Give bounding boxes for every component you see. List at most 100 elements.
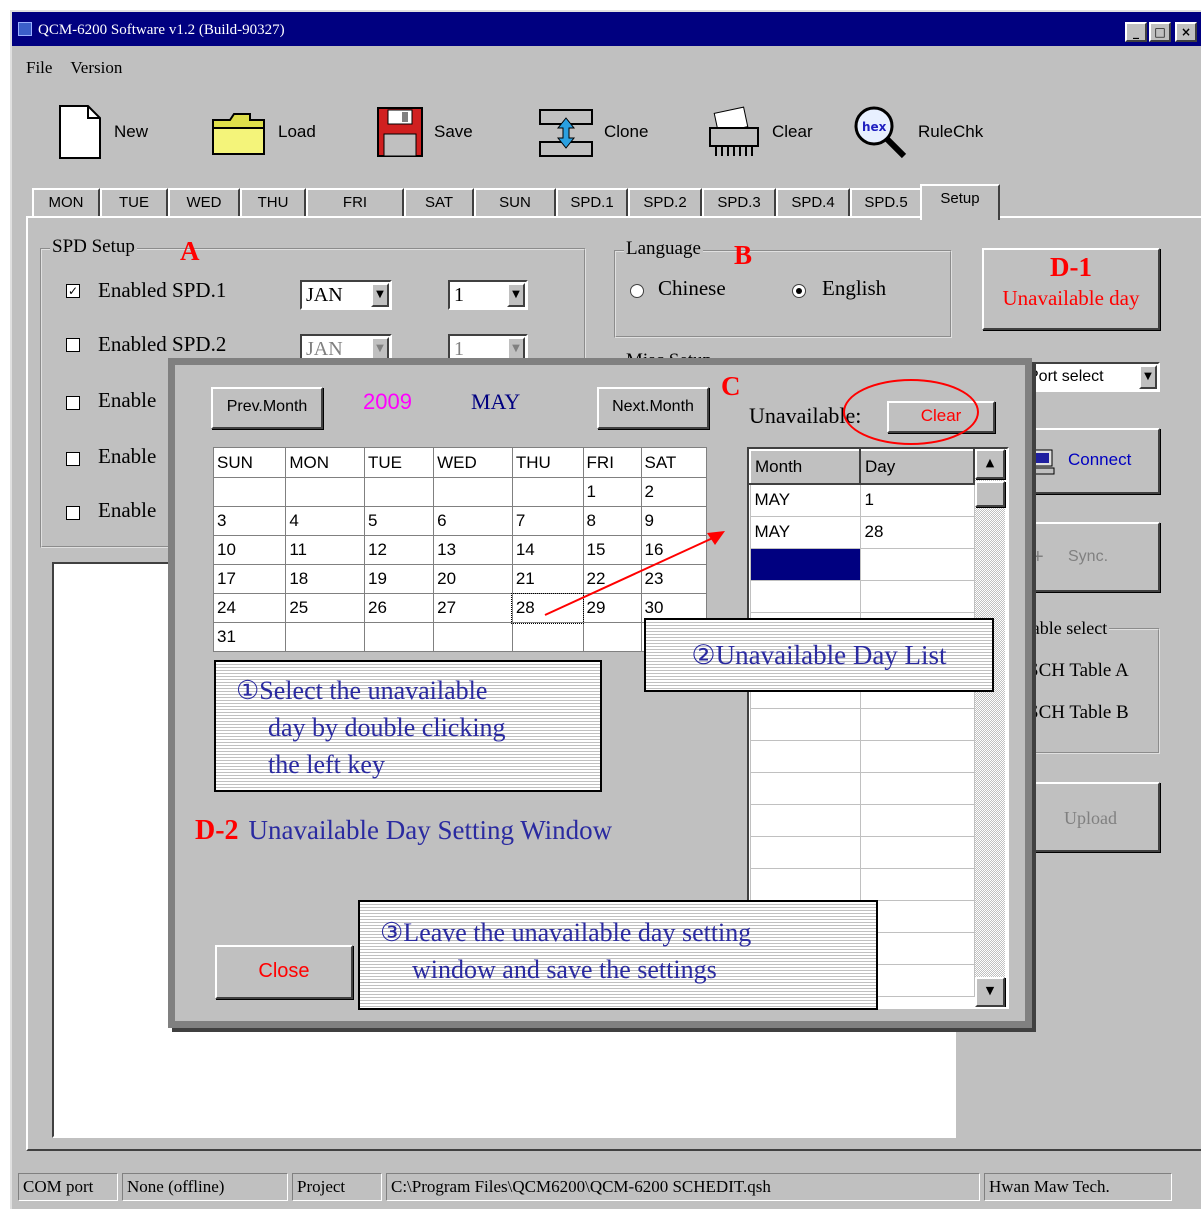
calendar-day-cell[interactable]: 18 [285,564,366,594]
calendar-day-cell[interactable]: 12 [364,535,435,565]
list-empty-row[interactable] [749,771,975,805]
spd2-checkbox[interactable] [66,338,80,352]
spd4-checkbox[interactable] [66,452,80,466]
spd1-day-select[interactable]: 1 ▼ [448,280,528,310]
list-item[interactable]: MAY 1 [749,483,975,517]
calendar-day-cell[interactable] [285,622,366,652]
list-empty-row[interactable] [749,803,975,837]
toolbar-load[interactable]: Load [210,102,316,162]
list-scrollbar[interactable]: ▲ ▼ [975,449,1005,1007]
calendar-day-cell[interactable]: 25 [285,593,366,623]
list-empty-cell[interactable] [859,835,975,869]
tab-sun[interactable]: SUN [474,188,556,218]
tab-thu[interactable]: THU [240,188,306,218]
calendar-day-cell[interactable]: 3 [212,506,287,536]
calendar-day-cell[interactable]: 2 [640,477,708,507]
next-month-button[interactable]: Next.Month [597,387,709,429]
list-empty-cell[interactable] [859,803,975,837]
calendar-day-cell[interactable] [285,477,366,507]
list-empty-row[interactable] [749,867,975,901]
list-item[interactable]: MAY 28 [749,515,975,549]
calendar-day-cell[interactable]: 6 [433,506,513,536]
list-empty-cell[interactable] [749,835,861,869]
tab-wed[interactable]: WED [168,188,240,218]
calendar-day-cell[interactable]: 31 [212,622,287,652]
list-item-day[interactable]: 1 [859,483,975,517]
sch-table-a-option[interactable]: SCH Table A [1028,660,1129,682]
calendar-day-cell[interactable]: 4 [285,506,366,536]
calendar-day-cell[interactable]: 27 [433,593,513,623]
toolbar-save[interactable]: Save [376,102,473,162]
calendar-day-cell[interactable]: 1 [582,477,642,507]
list-header-month[interactable]: Month [749,449,861,485]
list-empty-row[interactable] [749,739,975,773]
menu-file[interactable]: File [26,58,52,77]
list-empty-cell[interactable] [859,771,975,805]
close-window-button[interactable]: × [1175,22,1197,42]
list-item-month[interactable]: MAY [749,483,861,517]
port-select[interactable]: Port select ▼ [1022,362,1160,392]
list-empty-cell[interactable] [749,803,861,837]
toolbar-clone[interactable]: Clone [538,102,648,162]
list-empty-cell[interactable] [749,579,861,613]
tab-spd1[interactable]: SPD.1 [556,188,628,218]
spd1-checkbox[interactable]: ✓ [66,284,80,298]
scroll-down-icon[interactable]: ▼ [975,977,1005,1007]
maximize-button[interactable]: □ [1149,22,1171,42]
calendar-day-cell[interactable]: 11 [285,535,366,565]
calendar-day-cell[interactable] [364,477,435,507]
calendar-day-cell[interactable]: 26 [364,593,435,623]
tab-sat[interactable]: SAT [404,188,474,218]
list-empty-cell[interactable] [749,771,861,805]
calendar-day-cell[interactable] [364,622,435,652]
menu-version[interactable]: Version [70,58,122,77]
spd1-month-select[interactable]: JAN ▼ [300,280,392,310]
calendar-day-cell[interactable] [433,622,513,652]
list-empty-cell[interactable] [859,867,975,901]
calendar-day-cell[interactable]: 13 [433,535,513,565]
toolbar-clear[interactable]: Clear [706,102,813,162]
list-empty-cell[interactable] [749,739,861,773]
spd3-checkbox[interactable] [66,396,80,410]
list-empty-cell[interactable] [859,579,975,613]
tab-fri[interactable]: FRI [306,188,404,218]
list-empty-cell[interactable] [749,867,861,901]
calendar-day-cell[interactable]: 5 [364,506,435,536]
tab-spd4[interactable]: SPD.4 [776,188,850,218]
minimize-button[interactable]: _ [1125,22,1147,42]
list-empty-cell[interactable] [859,739,975,773]
tab-mon[interactable]: MON [32,188,100,218]
calendar-day-cell[interactable]: 24 [212,593,287,623]
list-empty-cell[interactable] [859,707,975,741]
toolbar-rulechk[interactable]: hex RuleChk [852,102,983,162]
list-item-day[interactable]: 28 [859,515,975,549]
scroll-thumb[interactable] [975,481,1005,507]
list-item-month[interactable]: MAY [749,515,861,549]
calendar-day-cell[interactable] [511,622,584,652]
calendar-day-cell[interactable]: 20 [433,564,513,594]
list-empty-cell[interactable] [749,707,861,741]
calendar-day-cell[interactable] [212,477,287,507]
sch-table-b-option[interactable]: SCH Table B [1028,702,1129,724]
tab-spd3[interactable]: SPD.3 [702,188,776,218]
list-empty-row[interactable] [749,547,975,581]
radio-chinese[interactable] [630,284,644,298]
list-empty-row[interactable] [749,835,975,869]
toolbar-new[interactable]: New [56,102,148,162]
list-header-day[interactable]: Day [859,449,975,485]
calendar-day-cell[interactable] [511,477,584,507]
calendar-day-cell[interactable]: 17 [212,564,287,594]
list-empty-row[interactable] [749,707,975,741]
calendar-day-cell[interactable]: 19 [364,564,435,594]
list-empty-cell[interactable] [859,547,975,581]
radio-english[interactable] [792,284,806,298]
calendar-day-cell[interactable] [582,622,642,652]
list-empty-row[interactable] [749,579,975,613]
close-dialog-button[interactable]: Close [215,945,353,999]
prev-month-button[interactable]: Prev.Month [211,387,323,429]
tab-spd2[interactable]: SPD.2 [628,188,702,218]
tab-tue[interactable]: TUE [100,188,168,218]
spd5-checkbox[interactable] [66,506,80,520]
scroll-up-icon[interactable]: ▲ [975,449,1005,479]
tab-spd5[interactable]: SPD.5 [850,188,922,218]
